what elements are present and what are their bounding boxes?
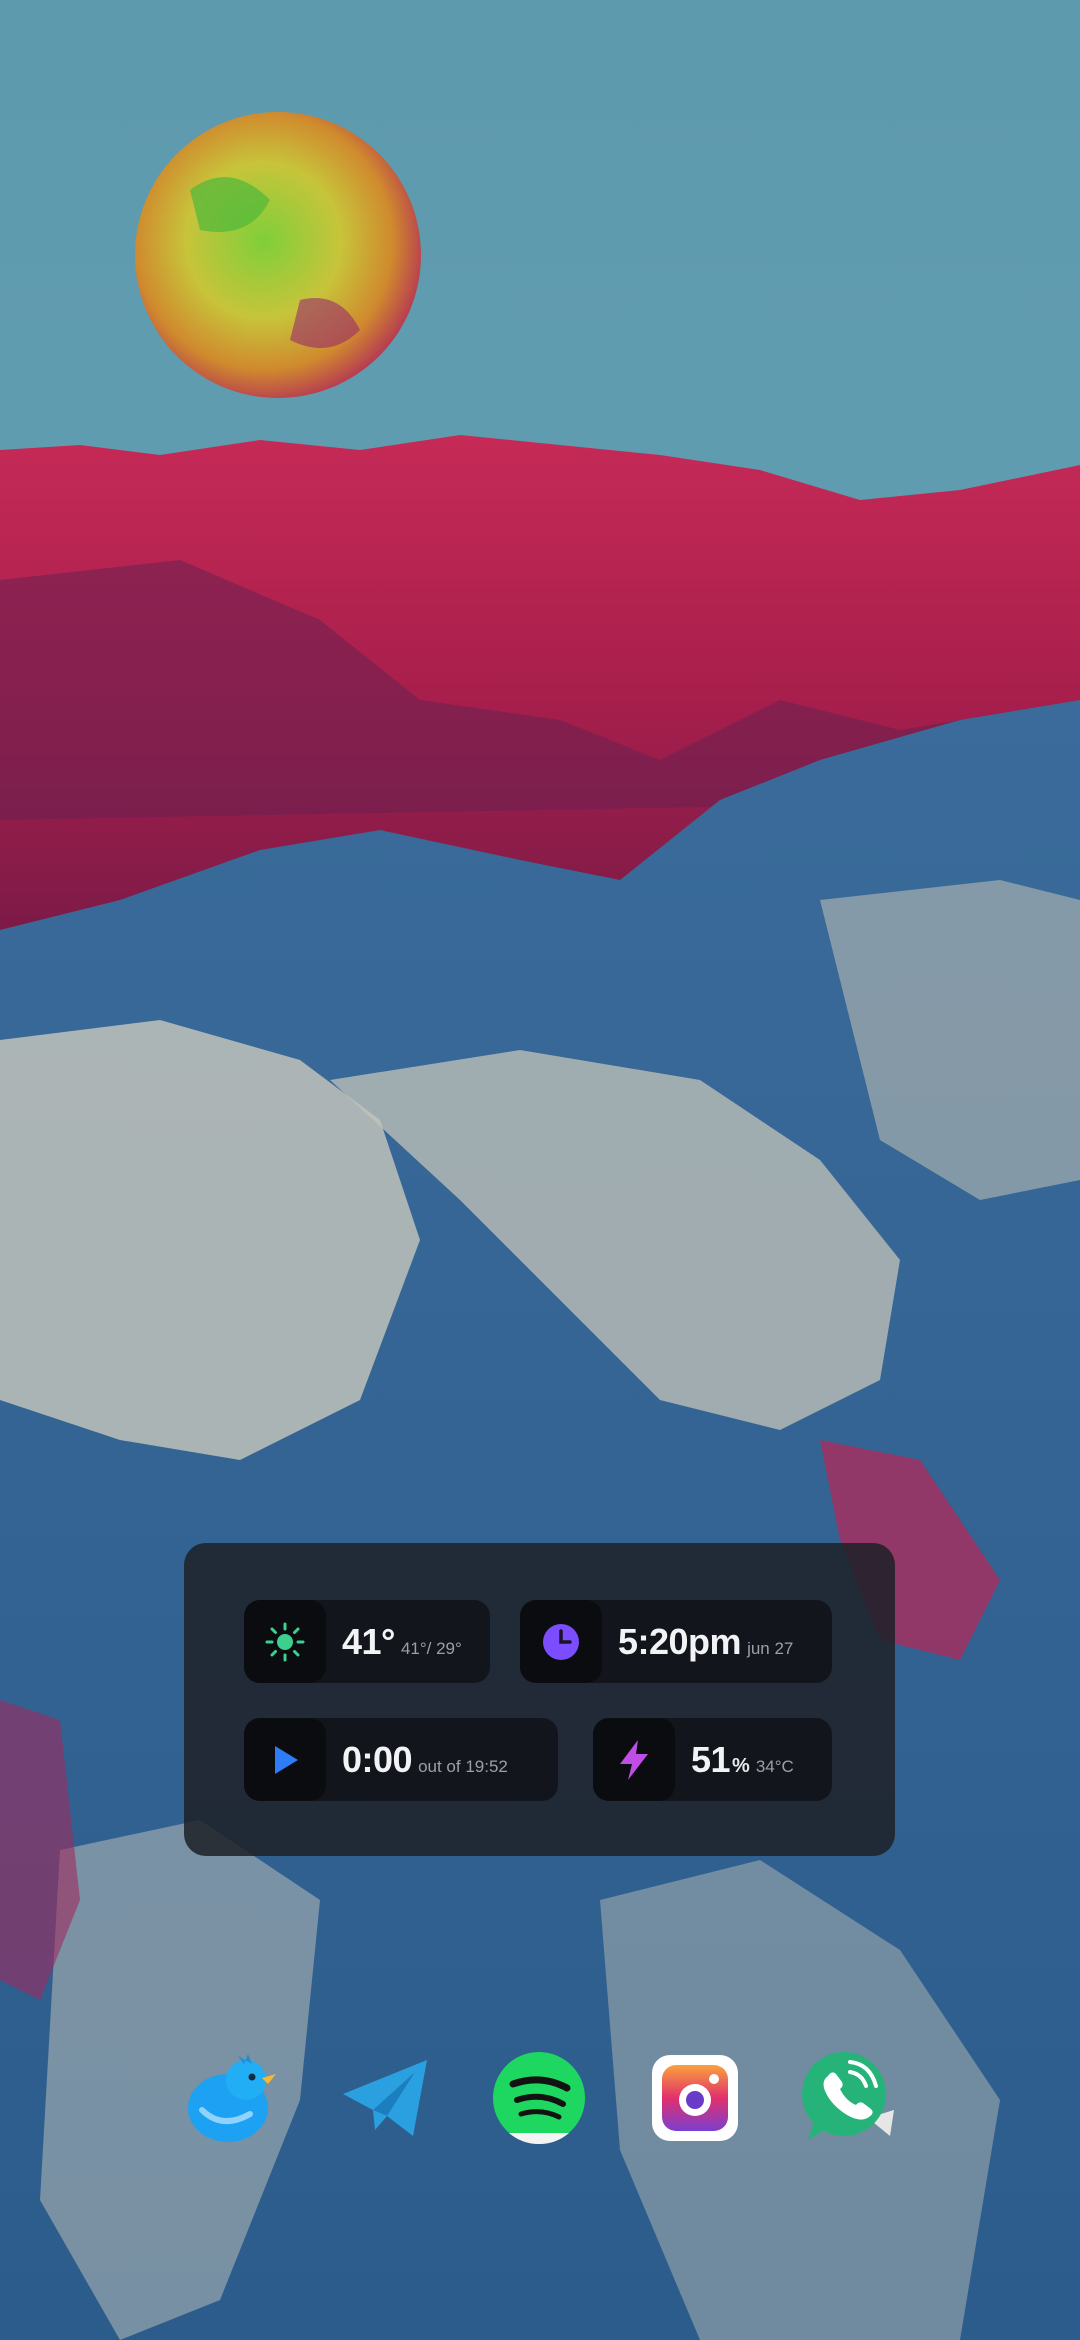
weather-widget[interactable]: 41° 41°/ 29° bbox=[244, 1600, 490, 1683]
whatsapp-phone-icon bbox=[802, 2052, 894, 2140]
media-position: 0:00 bbox=[342, 1738, 413, 1780]
clock-date: jun 27 bbox=[747, 1638, 794, 1658]
media-duration: out of 19:52 bbox=[418, 1756, 508, 1776]
battery-unit: % bbox=[732, 1754, 750, 1777]
clock-time: 5:20pm bbox=[618, 1620, 742, 1662]
battery-widget[interactable]: 51 % 34°C bbox=[593, 1718, 832, 1801]
clock-icon bbox=[520, 1600, 602, 1683]
spotify-app[interactable] bbox=[489, 2048, 589, 2148]
app-dock bbox=[0, 2048, 1080, 2158]
weather-temp: 41° bbox=[342, 1620, 395, 1662]
instagram-camera-icon bbox=[652, 2055, 738, 2141]
twitter-bird-icon bbox=[188, 2054, 276, 2142]
twitter-app[interactable] bbox=[180, 2048, 280, 2148]
telegram-plane-icon bbox=[343, 2060, 427, 2136]
widget-panel: 41° 41°/ 29° 5:20pm jun 27 0:00 out of 1… bbox=[184, 1543, 895, 1856]
whatsapp-app[interactable] bbox=[798, 2048, 898, 2148]
sun-icon bbox=[244, 1600, 326, 1683]
spotify-icon bbox=[493, 2052, 585, 2145]
media-widget[interactable]: 0:00 out of 19:52 bbox=[244, 1718, 558, 1801]
bolt-icon bbox=[593, 1718, 675, 1801]
battery-temperature: 34°C bbox=[755, 1756, 794, 1776]
play-icon[interactable] bbox=[244, 1718, 326, 1801]
wallpaper bbox=[0, 0, 1080, 2340]
weather-range: 41°/ 29° bbox=[400, 1638, 462, 1658]
clock-widget[interactable]: 5:20pm jun 27 bbox=[520, 1600, 832, 1683]
battery-level: 51 bbox=[691, 1738, 731, 1780]
telegram-app[interactable] bbox=[335, 2048, 435, 2148]
instagram-app[interactable] bbox=[645, 2048, 745, 2148]
